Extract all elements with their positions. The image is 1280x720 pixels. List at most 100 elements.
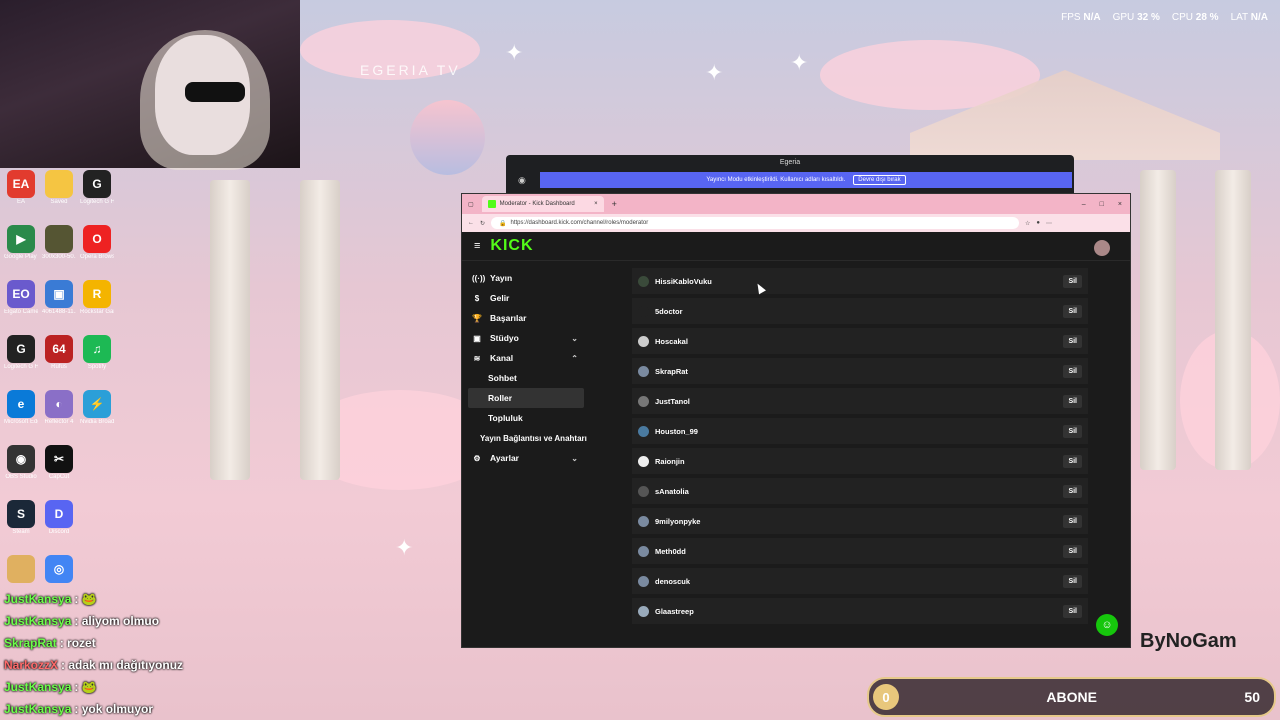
app-icon: ◎ xyxy=(45,555,73,583)
remove-moderator-button[interactable]: Sil xyxy=(1063,304,1082,318)
sidebar-item-sohbet[interactable]: Sohbet xyxy=(462,368,590,388)
sidebar-item-ayarlar[interactable]: ⚙ Ayarlar ⌄ xyxy=(462,448,590,468)
chat-message: JustKansya: aliyom olmuo xyxy=(4,610,284,632)
desktop-icon[interactable]: 64 Rufus xyxy=(42,335,76,371)
moderator-list: HissiKabloVuku Sil 5doctor Sil Hoscakal Sil Sk… xyxy=(632,268,1088,628)
moderator-row: JustTanol Sil xyxy=(632,388,1088,414)
desktop-icon[interactable]: D Discord xyxy=(42,500,76,536)
remove-moderator-button[interactable]: Sil xyxy=(1063,574,1082,588)
menu-icon[interactable]: ⋯ xyxy=(1046,220,1052,227)
desktop-icon[interactable]: EA EA xyxy=(4,170,38,206)
discord-icon[interactable]: ◉ xyxy=(518,175,526,186)
desktop-icon[interactable]: EOElgato Camera Hub xyxy=(4,280,38,316)
desktop-icon[interactable]: ✂ CapCut xyxy=(42,445,76,481)
desktop-icon[interactable]: GLogitech G HUB xyxy=(80,170,114,206)
close-window-icon[interactable]: × xyxy=(1118,201,1122,208)
desktop-icon[interactable]: 300x300-50... xyxy=(42,225,76,261)
moderator-name: Houston_99 xyxy=(655,426,698,436)
desktop-icon-label: 4061488-11... xyxy=(42,309,76,315)
chat-text: : aliyom olmuo xyxy=(74,614,160,628)
remove-moderator-button[interactable]: Sil xyxy=(1063,454,1082,468)
app-icon: ▣ xyxy=(45,280,73,308)
remove-moderator-button[interactable]: Sil xyxy=(1063,364,1082,378)
desktop-icon[interactable] xyxy=(4,555,38,584)
desktop-icon[interactable]: ▶Google Play Games Beta xyxy=(4,225,38,261)
desktop-icon[interactable]: OOpera Browser xyxy=(80,225,114,261)
sidebar-item-gelir[interactable]: $ Gelir xyxy=(462,288,590,308)
chat-overlay: JustKansya: 🐸 JustKansya: aliyom olmuo Skr… xyxy=(4,588,284,720)
desktop-icon[interactable]: ♫ Spotify xyxy=(80,335,114,371)
chevron-up-icon[interactable]: ⌃ xyxy=(571,354,578,363)
tab-actions-icon[interactable]: ▢ xyxy=(468,201,474,208)
desktop-icon[interactable]: RRockstar Games xyxy=(80,280,114,316)
remove-moderator-button[interactable]: Sil xyxy=(1063,484,1082,498)
sidebar-item-topluluk[interactable]: Topluluk xyxy=(462,408,590,428)
favorites-icon[interactable]: ☆ xyxy=(1025,220,1030,227)
avatar xyxy=(638,425,649,437)
moderator-name: SkrapRat xyxy=(655,366,688,376)
minimize-icon[interactable]: – xyxy=(1082,201,1086,208)
chat-text: : 🐸 xyxy=(74,592,97,606)
sidebar-item-roller[interactable]: Roller xyxy=(468,388,584,408)
app-icon: G xyxy=(7,335,35,363)
moderator-name: Hoscakal xyxy=(655,336,688,346)
desktop-icon[interactable]: Saved xyxy=(42,170,76,206)
desktop-icon[interactable]: ▣ 4061488-11... xyxy=(42,280,76,316)
app-icon: D xyxy=(45,500,73,528)
app-icon: O xyxy=(83,225,111,253)
user-avatar[interactable] xyxy=(1094,240,1110,256)
profile-icon[interactable]: ● xyxy=(1036,220,1040,226)
avatar xyxy=(638,575,649,587)
app-icon: ✂ xyxy=(45,445,73,473)
nav-icon: $ xyxy=(474,293,480,303)
hamburger-icon[interactable]: ≡ xyxy=(474,240,480,252)
desktop-icon-label: Elgato Camera Hub xyxy=(4,309,38,315)
remove-moderator-button[interactable]: Sil xyxy=(1063,274,1082,288)
desktop-icon-label: Spotify xyxy=(87,364,107,370)
desktop-icon[interactable]: ◐ Reflector 4 xyxy=(42,390,76,426)
desktop-icon-label: Nvidia Broadcast xyxy=(80,419,114,425)
desktop-icon[interactable]: S Steam xyxy=(4,500,38,536)
desktop-icon[interactable]: ◎ xyxy=(42,555,76,584)
sidebar-item-stüdyo[interactable]: ▣ Stüdyo ⌄ xyxy=(462,328,590,348)
desktop-icon[interactable]: ⚡Nvidia Broadcast xyxy=(80,390,114,426)
brand-logo: ByNoGam xyxy=(1140,630,1237,652)
new-tab-button[interactable]: + xyxy=(612,199,617,209)
desktop-icon-label: Logitech G HUB xyxy=(80,199,114,205)
chat-username: JustKansya xyxy=(4,614,72,628)
subscriber-goal-label: ABONE xyxy=(1046,689,1097,705)
desktop-icon[interactable]: eMicrosoft Edge xyxy=(4,390,38,426)
sidebar-item-label: Başarılar xyxy=(490,313,527,323)
moderator-name: HissiKabloVuku xyxy=(655,276,712,286)
sidebar-item-yayın[interactable]: ((·)) Yayın xyxy=(462,268,590,288)
moderator-row: sAnatolia Sil xyxy=(632,478,1088,504)
maximize-icon[interactable]: □ xyxy=(1100,201,1104,208)
close-tab-icon[interactable]: × xyxy=(594,201,598,207)
remove-moderator-button[interactable]: Sil xyxy=(1063,424,1082,438)
remove-moderator-button[interactable]: Sil xyxy=(1063,394,1082,408)
remove-moderator-button[interactable]: Sil xyxy=(1063,544,1082,558)
support-button[interactable]: ☺ xyxy=(1096,614,1118,636)
moderator-name: Raionjin xyxy=(655,456,685,466)
kick-logo[interactable]: KICK xyxy=(490,237,533,255)
chat-message: SkrapRat: rozet xyxy=(4,632,284,654)
avatar xyxy=(638,485,649,497)
desktop-icon[interactable]: ◉ OBS Studio xyxy=(4,445,38,481)
remove-moderator-button[interactable]: Sil xyxy=(1063,514,1082,528)
refresh-icon[interactable]: ↻ xyxy=(480,220,485,227)
remove-moderator-button[interactable]: Sil xyxy=(1063,334,1082,348)
desktop-icon[interactable]: GLogitech G HUB xyxy=(4,335,38,371)
moderator-row: denoscuk Sil xyxy=(632,568,1088,594)
chat-username: JustKansya xyxy=(4,592,72,606)
sidebar-item-kanal[interactable]: ≋ Kanal ⌃ xyxy=(462,348,590,368)
address-bar[interactable]: 🔒 https://dashboard.kick.com/channel/rol… xyxy=(491,217,1020,229)
chevron-down-icon[interactable]: ⌄ xyxy=(571,454,578,463)
disable-streamer-mode-button[interactable]: Devre dışı bırak xyxy=(853,175,906,185)
remove-moderator-button[interactable]: Sil xyxy=(1063,604,1082,618)
sidebar-item-yayın[interactable]: Yayın Bağlantısı ve Anahtarı xyxy=(462,428,590,448)
sidebar-item-başarılar[interactable]: 🏆 Başarılar xyxy=(462,308,590,328)
chevron-down-icon[interactable]: ⌄ xyxy=(571,334,578,343)
browser-tab[interactable]: Moderator - Kick Dashboard × xyxy=(481,196,604,212)
avatar xyxy=(638,545,649,557)
back-icon[interactable]: ← xyxy=(468,220,474,226)
